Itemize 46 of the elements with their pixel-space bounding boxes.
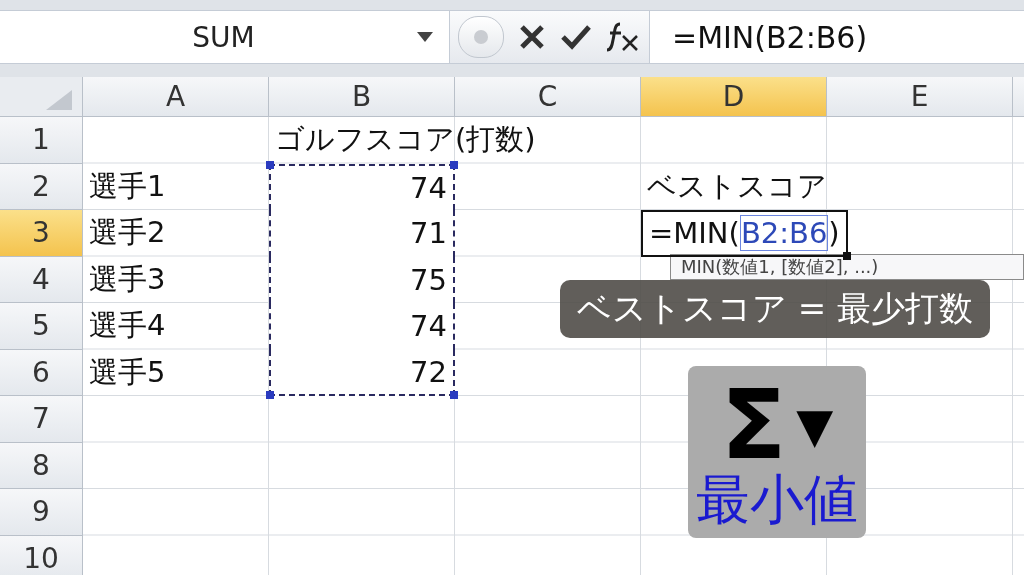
row-header[interactable]: 9 — [0, 489, 83, 536]
table-cell-text: 選手1 — [88, 167, 167, 205]
range-handle[interactable] — [450, 160, 458, 169]
splitter-handle[interactable] — [458, 16, 504, 58]
check-icon[interactable] — [560, 23, 592, 51]
column-header[interactable]: C — [455, 77, 641, 117]
sigma-symbol: Σ — [720, 377, 787, 473]
triangle-icon — [46, 90, 72, 110]
fill-handle[interactable] — [842, 251, 851, 260]
table-cell: 74 — [269, 163, 455, 210]
row-header[interactable]: 8 — [0, 442, 83, 489]
caption: ベストスコア = 最少打数 — [560, 280, 990, 338]
range-handle[interactable] — [450, 391, 458, 399]
row-header[interactable]: 1 — [0, 117, 83, 164]
table-cell-text: ベストスコア — [646, 167, 828, 205]
column-header[interactable]: A — [83, 77, 269, 117]
table-cell: 74 — [269, 303, 455, 350]
row-header[interactable]: 5 — [0, 303, 83, 350]
button-label: 最小値 — [696, 473, 858, 527]
row-header[interactable]: 10 — [0, 535, 83, 575]
column-header[interactable]: E — [827, 77, 1013, 117]
table-cell: 75 — [269, 256, 455, 303]
table-cell: 71 — [269, 210, 455, 257]
column-header[interactable]: D — [641, 77, 827, 117]
close-icon[interactable] — [518, 23, 546, 51]
function-button[interactable]: Σ▼ 最小値 — [688, 366, 866, 538]
table-cell-text: 選手2 — [88, 214, 167, 252]
row-header[interactable]: 4 — [0, 256, 83, 303]
dropdown-caret-icon[interactable] — [417, 32, 433, 42]
formula-input[interactable]: =MIN(B2:B6) — [650, 19, 868, 55]
row-header[interactable]: 3 — [0, 210, 83, 257]
range-handle[interactable] — [266, 160, 274, 169]
column-header[interactable]: B — [269, 77, 455, 117]
table-cell-text: ゴルフスコア(打数) — [274, 121, 537, 159]
table-cell: 72 — [269, 349, 455, 396]
row-header[interactable]: 7 — [0, 396, 83, 443]
function-icon[interactable] — [606, 22, 640, 52]
row-header[interactable]: 6 — [0, 349, 83, 396]
caret-symbol: ▼ — [796, 397, 834, 453]
table-cell-text: 選手4 — [88, 307, 167, 345]
formula-edit-cell[interactable]: =MIN(B2:B6) — [641, 210, 848, 257]
function-tooltip: MIN(数値1, [数値2], ...) — [670, 254, 1024, 280]
range-handle[interactable] — [266, 391, 274, 399]
table-cell-text: 選手3 — [88, 260, 167, 298]
table-cell-text: 選手5 — [88, 353, 167, 391]
row-header[interactable]: 2 — [0, 163, 83, 210]
